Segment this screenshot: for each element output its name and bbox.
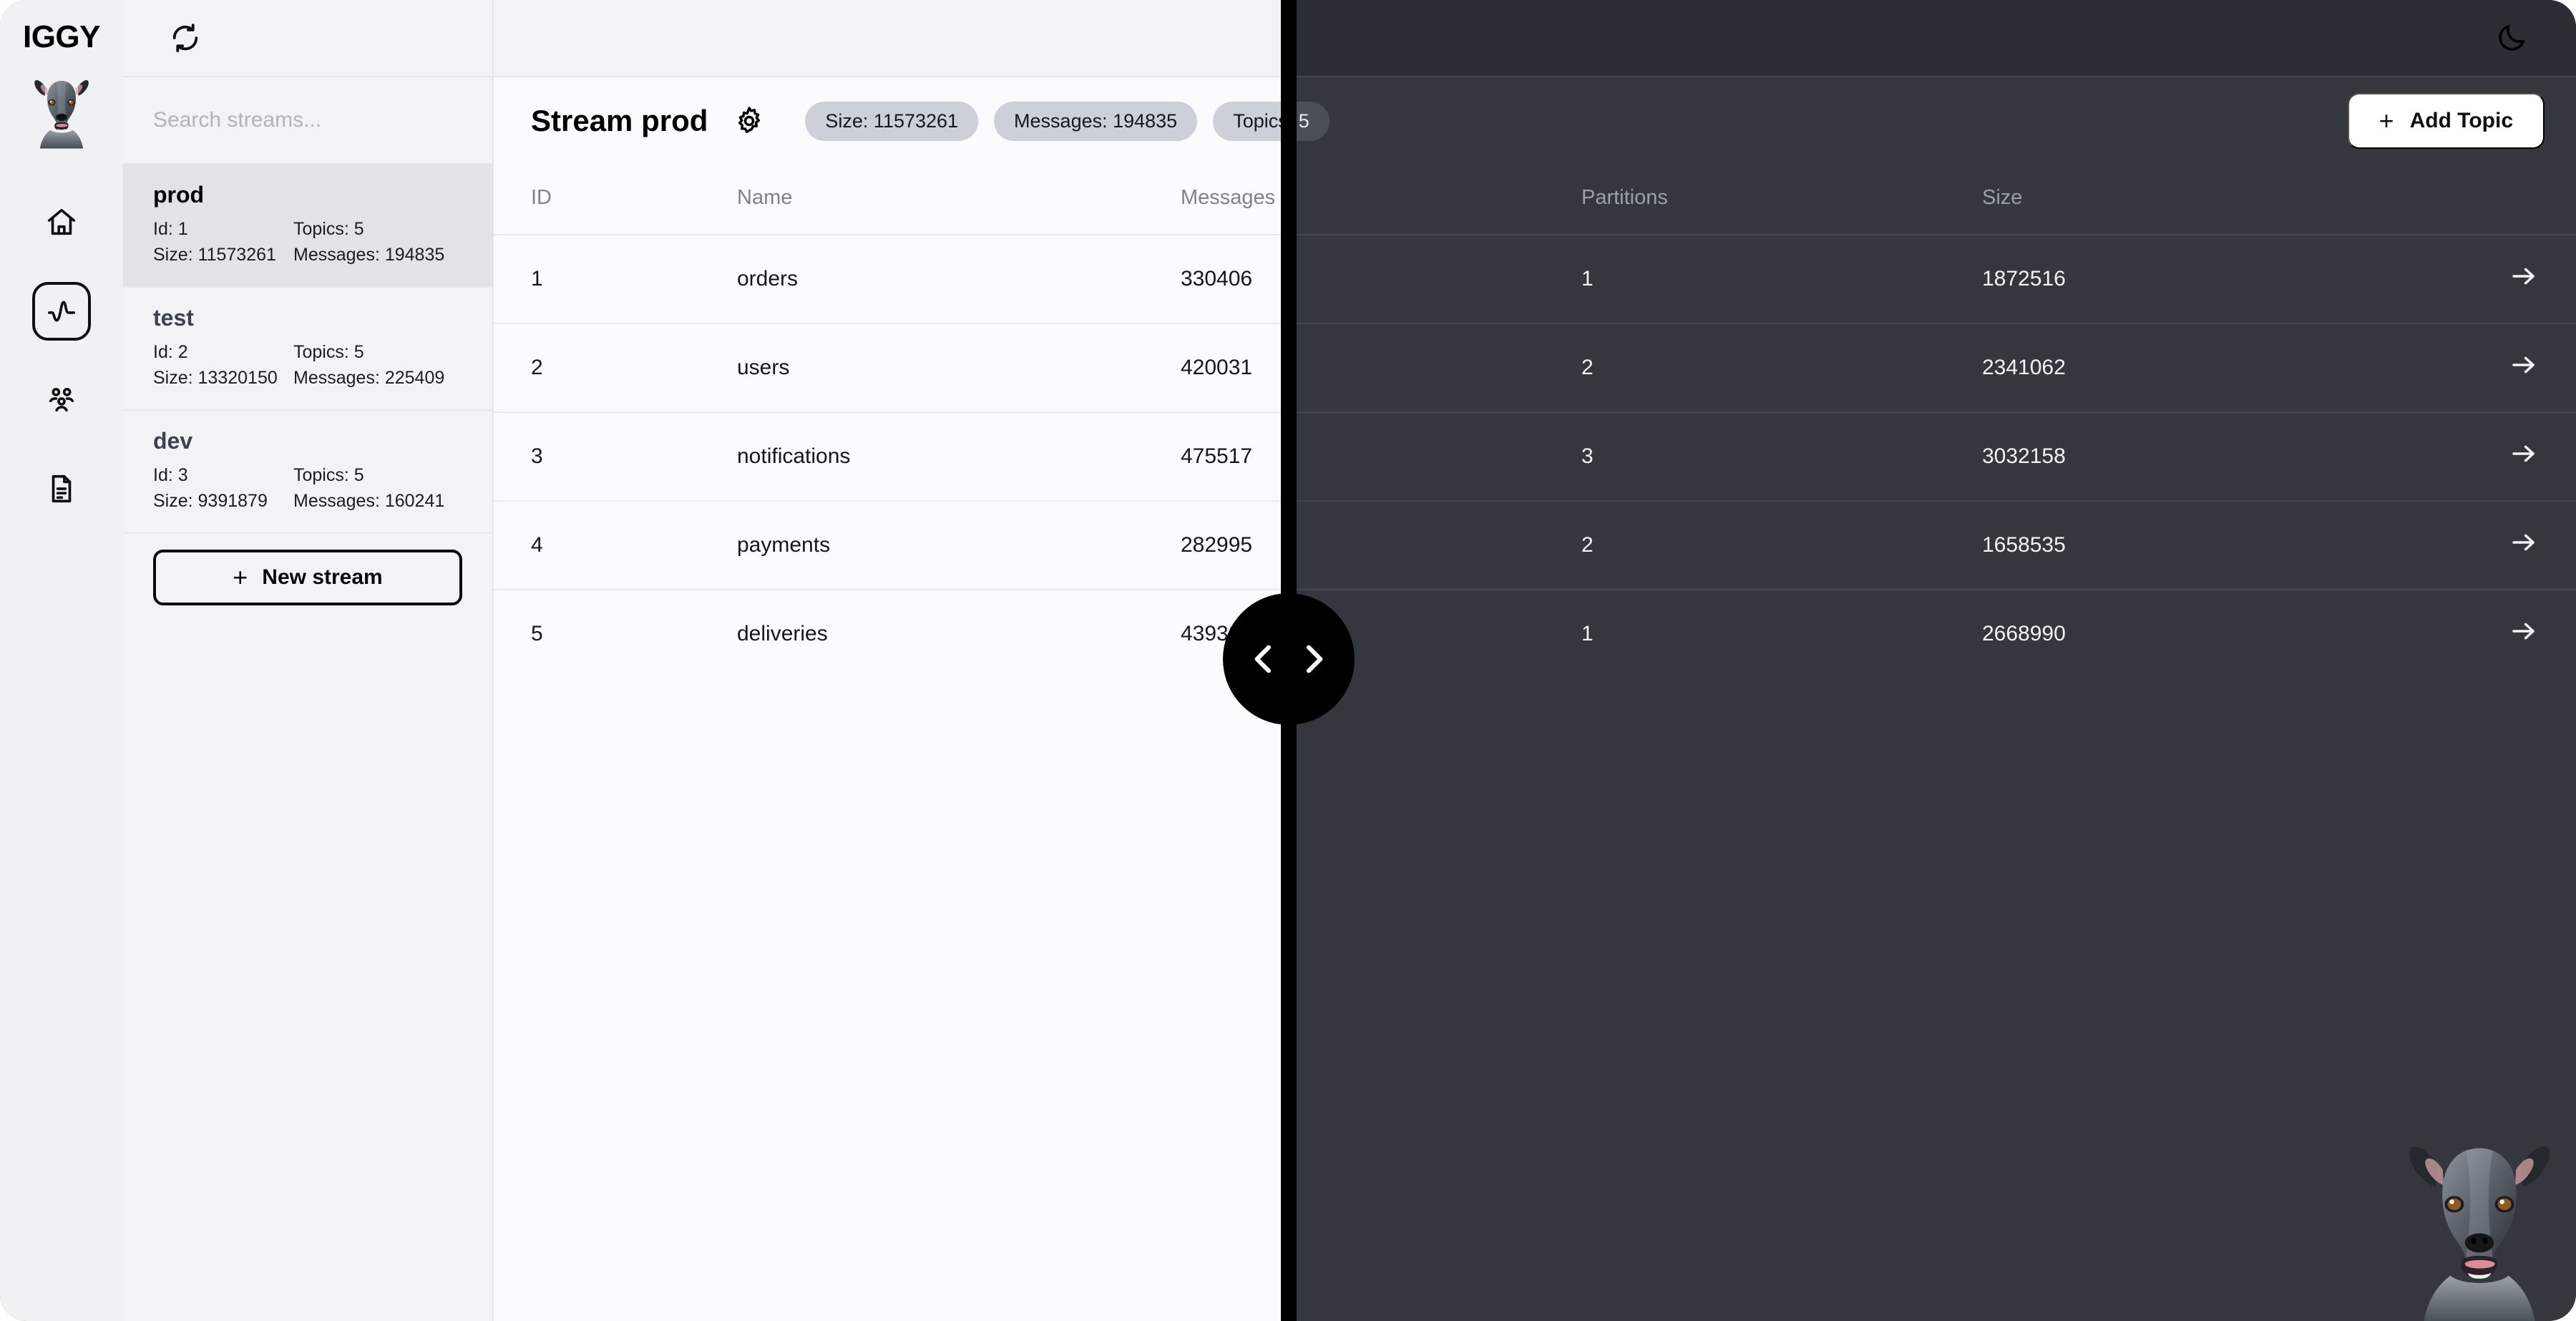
cell-size: 1872516 [1982, 267, 2066, 291]
activity-icon [45, 295, 78, 328]
add-topic-label: Add Topic [2409, 109, 2513, 132]
stream-settings-button[interactable] [726, 98, 772, 144]
cell-name: orders [737, 267, 799, 291]
theme-compare-handle[interactable] [1223, 593, 1355, 725]
mascot-avatar [24, 74, 99, 149]
add-topic-button[interactable]: + Add Topic [2347, 93, 2545, 149]
column-header-id: ID [531, 186, 552, 209]
cell-size: 3032158 [1982, 444, 2066, 468]
cell-name: deliveries [737, 622, 828, 645]
stream-id: Id: 2 [153, 342, 188, 362]
gear-icon [733, 105, 765, 137]
column-header-action [2447, 165, 2576, 235]
arrow-right-icon [2509, 439, 2539, 469]
stream-list: prod Id: 1 Size: 11573261 Topics: 5 Mess… [123, 165, 492, 1321]
stream-topics: Topics: 5 [293, 465, 364, 485]
primary-sidebar: IGGY [0, 0, 123, 1321]
list-item[interactable]: prod Id: 1 Size: 11573261 Topics: 5 Mess… [123, 165, 492, 288]
sidebar-item-streams[interactable] [32, 282, 91, 341]
stream-topics: Topics: 5 [293, 342, 364, 362]
cell-partitions: 1 [1581, 267, 1594, 291]
arrow-right-icon [2509, 261, 2539, 291]
cell-name: payments [737, 533, 831, 557]
new-stream-button[interactable]: + New stream [153, 550, 462, 605]
row-open-button[interactable] [2447, 412, 2576, 501]
row-open-button[interactable] [2447, 501, 2576, 590]
refresh-icon [169, 21, 202, 54]
users-icon [45, 384, 78, 416]
plus-icon: + [2379, 106, 2394, 135]
status-badge: Messages: 194835 [994, 102, 1197, 141]
document-icon [45, 472, 78, 505]
cell-size: 2668990 [1982, 622, 2066, 645]
cell-id: 3 [531, 444, 543, 468]
stream-size: Size: 13320150 [153, 367, 278, 388]
theme-toggle-button[interactable] [2489, 15, 2534, 61]
plus-icon: + [233, 562, 248, 592]
cell-partitions: 1 [1581, 622, 1594, 645]
stream-id: Id: 1 [153, 219, 188, 239]
stream-messages: Messages: 194835 [293, 244, 445, 265]
row-open-button[interactable] [2447, 590, 2576, 678]
stream-name: prod [153, 182, 205, 208]
search-input[interactable] [153, 108, 462, 132]
stream-name: test [153, 305, 194, 331]
column-header-name: Name [737, 186, 793, 209]
sidebar-item-logs[interactable] [32, 459, 91, 518]
column-header-size: Size [1982, 186, 2023, 209]
sidebar-item-home[interactable] [32, 193, 91, 252]
chevron-right-icon [1294, 639, 1334, 679]
cell-name: users [737, 356, 790, 379]
app-window: IGGY [0, 0, 2576, 1321]
search-container [123, 77, 492, 165]
stream-stats: Size: 11573261 Messages: 194835 Topics: … [805, 102, 1329, 141]
cell-size: 2341062 [1982, 356, 2066, 379]
stream-topics: Topics: 5 [293, 219, 364, 239]
list-item[interactable]: dev Id: 3 Size: 9391879 Topics: 5 Messag… [123, 411, 492, 534]
cell-id: 4 [531, 533, 543, 557]
cell-id: 5 [531, 622, 543, 645]
stream-size: Size: 9391879 [153, 490, 268, 511]
streams-toolbar [123, 0, 492, 77]
cell-size: 1658535 [1982, 533, 2066, 557]
cell-name: notifications [737, 444, 851, 468]
row-open-button[interactable] [2447, 323, 2576, 412]
cell-partitions: 2 [1581, 356, 1594, 379]
stream-size: Size: 11573261 [153, 244, 276, 265]
status-badge: Size: 11573261 [805, 102, 978, 141]
cell-partitions: 2 [1581, 533, 1594, 557]
arrow-right-icon [2509, 350, 2539, 380]
mascot-watermark [2383, 1121, 2576, 1321]
chevron-left-icon [1244, 639, 1284, 679]
stream-messages: Messages: 160241 [293, 490, 445, 511]
arrow-right-icon [2509, 616, 2539, 646]
refresh-button[interactable] [163, 16, 208, 60]
streams-panel: prod Id: 1 Size: 11573261 Topics: 5 Mess… [123, 0, 494, 1321]
stream-id: Id: 3 [153, 465, 188, 485]
sidebar-nav [32, 193, 91, 518]
stream-name: dev [153, 428, 193, 454]
page-title: Stream prod [531, 104, 708, 137]
sidebar-item-users[interactable] [32, 371, 91, 429]
cell-id: 1 [531, 267, 543, 291]
row-open-button[interactable] [2447, 235, 2576, 323]
new-stream-label: New stream [262, 565, 383, 589]
list-item[interactable]: test Id: 2 Size: 13320150 Topics: 5 Mess… [123, 288, 492, 411]
cell-partitions: 3 [1581, 444, 1594, 468]
stream-messages: Messages: 225409 [293, 367, 445, 388]
column-header-partitions: Partitions [1581, 186, 1668, 209]
home-icon [45, 206, 78, 239]
moon-icon [2495, 21, 2528, 54]
app-logo: IGGY [22, 19, 101, 54]
cell-id: 2 [531, 356, 543, 379]
arrow-right-icon [2509, 527, 2539, 557]
